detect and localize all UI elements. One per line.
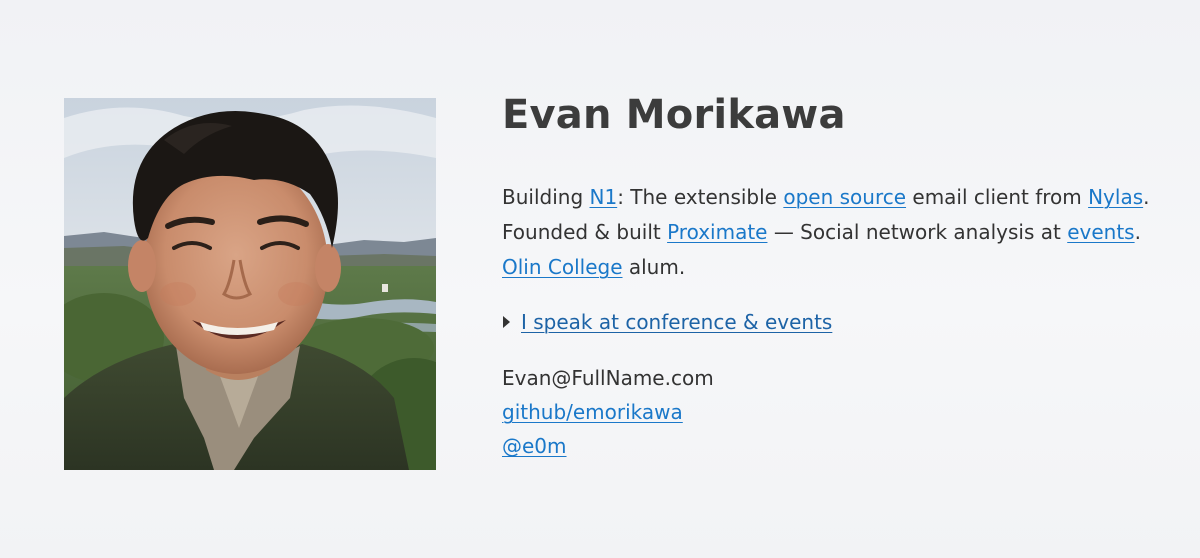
bio-text: : The extensible [617, 185, 784, 209]
link-events[interactable]: events [1067, 220, 1134, 244]
bio-text: Building [502, 185, 590, 209]
bio-text: alum. [622, 255, 686, 279]
bio-text: — Social network analysis at [767, 220, 1068, 244]
link-open-source[interactable]: open source [783, 185, 906, 209]
profile-content: Evan Morikawa Building N1: The extensibl… [502, 88, 1182, 463]
bio-text: . [1143, 185, 1150, 209]
speaking-toggle[interactable]: I speak at conference & events [502, 305, 1182, 339]
disclosure-triangle-icon[interactable] [503, 316, 510, 328]
contact-list: Evan@FullName.com github/emorikawa @e0m [502, 361, 1182, 463]
bio-text: email client from [906, 185, 1089, 209]
link-twitter[interactable]: @e0m [502, 434, 567, 458]
link-n1[interactable]: N1 [590, 185, 618, 209]
bio-line-2: Founded & built Proximate — Social netwo… [502, 215, 1182, 250]
email-address: Evan@FullName.com [502, 366, 714, 390]
page: Evan Morikawa Building N1: The extensibl… [0, 0, 1200, 558]
bio: Building N1: The extensible open source … [502, 180, 1182, 285]
link-proximate[interactable]: Proximate [667, 220, 767, 244]
bio-text: . [1134, 220, 1141, 244]
link-olin-college[interactable]: Olin College [502, 255, 623, 279]
link-github[interactable]: github/emorikawa [502, 400, 683, 424]
page-title: Evan Morikawa [502, 92, 846, 138]
link-nylas[interactable]: Nylas [1088, 185, 1143, 209]
profile-photo [64, 98, 436, 470]
bio-line-1: Building N1: The extensible open source … [502, 180, 1182, 215]
bio-line-3: Olin College alum. [502, 250, 1182, 285]
link-speaking[interactable]: I speak at conference & events [521, 305, 832, 339]
bio-text: Founded & built [502, 220, 668, 244]
